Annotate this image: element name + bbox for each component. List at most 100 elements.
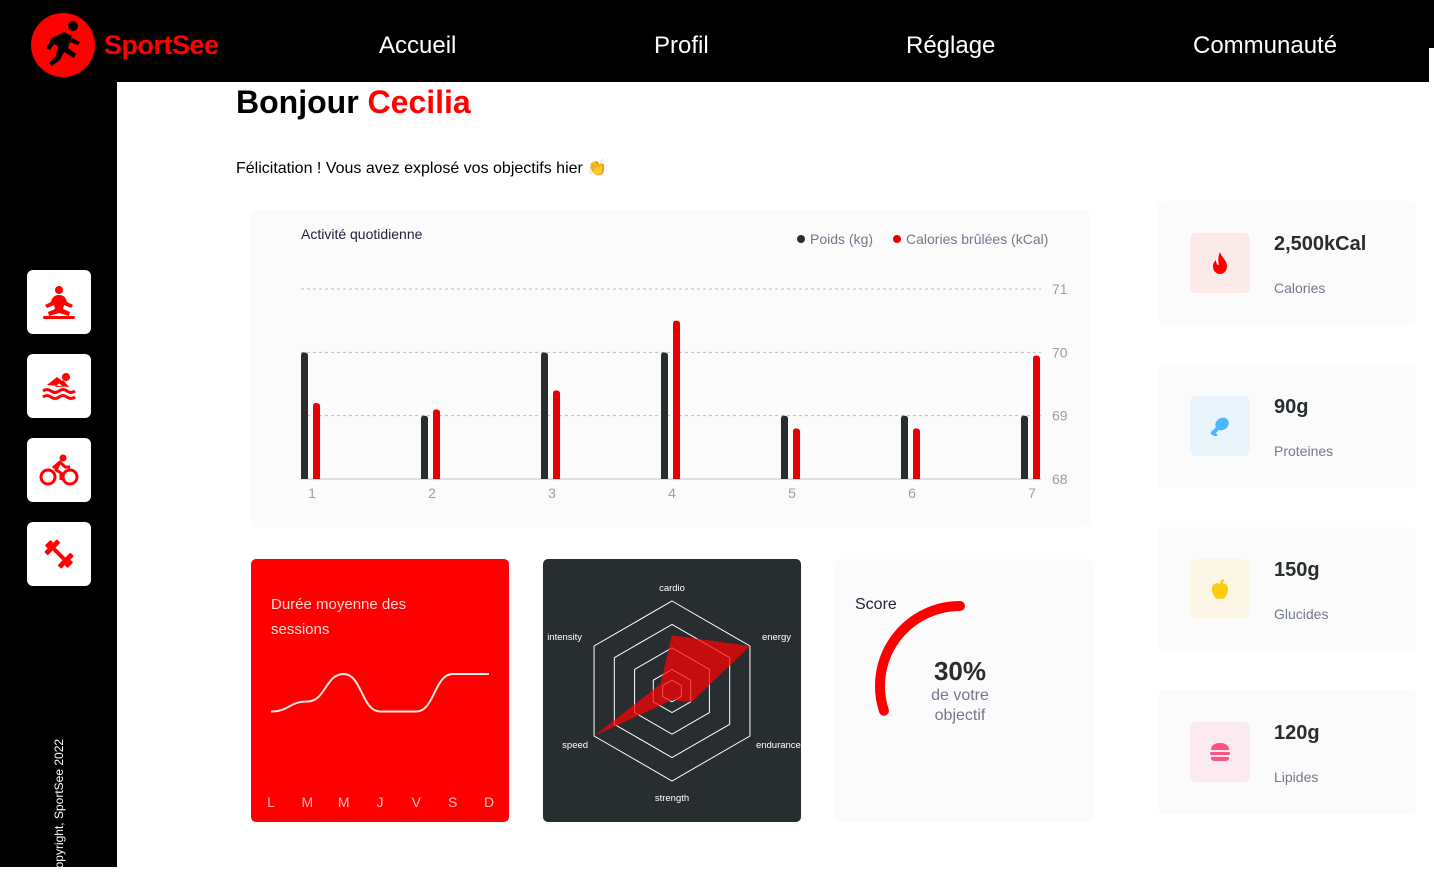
- day-label: S: [448, 794, 457, 810]
- greeting-prefix: Bonjour: [236, 84, 359, 120]
- radar-axis-label: strength: [655, 793, 689, 804]
- logo[interactable]: SportSee: [30, 12, 219, 78]
- chart-title-line-2: sessions: [271, 621, 329, 638]
- icon-bg: [1190, 722, 1250, 782]
- y-tick-label: 68: [1052, 471, 1068, 487]
- page-title: Bonjour Cecilia: [236, 84, 471, 121]
- sidebar-item-yoga[interactable]: [27, 270, 91, 334]
- session-duration-chart: Durée moyenne des sessions L M M J V S D: [267, 596, 494, 810]
- nutrition-card-proteins: 90g Proteines: [1158, 364, 1416, 488]
- nav-item-communaute[interactable]: Communauté: [1193, 32, 1337, 60]
- day-label: M: [301, 794, 313, 810]
- icon-bg: [1190, 396, 1250, 456]
- radar-axis-label: intensity: [547, 632, 582, 643]
- chart-title: Durée moyenne des sessions: [271, 596, 406, 638]
- x-tick-label: 3: [548, 485, 556, 501]
- nutrition-card-lipids: 120g Lipides: [1158, 690, 1416, 814]
- flame-icon: [1213, 252, 1227, 274]
- session-line: [270, 672, 489, 713]
- y-tick-label: 70: [1052, 344, 1068, 360]
- sidebar-item-cycling[interactable]: [27, 438, 91, 502]
- top-navigation: SportSee Accueil Profil Réglage Communau…: [0, 0, 1434, 84]
- carbs-label: Glucides: [1274, 606, 1329, 622]
- apple-icon: [1212, 579, 1228, 599]
- sidebar-item-swimming[interactable]: [27, 354, 91, 418]
- score-caption-line-1: de votre: [931, 687, 989, 704]
- x-tick-label: 1: [308, 485, 316, 501]
- bar-weight: [1021, 415, 1028, 479]
- x-tick-label: 7: [1028, 485, 1036, 501]
- chart-title-line-1: Durée moyenne des: [271, 596, 406, 613]
- user-name: Cecilia: [367, 84, 471, 120]
- daily-activity-chart: Activité quotidienne Poids (kg) Calories b…: [301, 226, 1068, 501]
- runner-logo-icon: [31, 13, 95, 77]
- bar-calories: [1033, 355, 1040, 479]
- radar-axis-label: cardio: [659, 583, 685, 594]
- congrats-message: Félicitation ! Vous avez explosé vos obj…: [236, 160, 608, 177]
- bar-weight: [781, 415, 788, 479]
- score-title: Score: [855, 596, 897, 613]
- nav-item-accueil[interactable]: Accueil: [379, 32, 456, 60]
- scrollbar[interactable]: [1429, 48, 1434, 84]
- day-label: V: [412, 794, 422, 810]
- bar-calories: [793, 428, 800, 479]
- bar-calories: [433, 409, 440, 479]
- bar-calories: [553, 390, 560, 479]
- radar-axis-label: speed: [562, 740, 588, 751]
- calories-label: Calories: [1274, 280, 1326, 296]
- copyright: Copyright, SportSee 2022: [52, 738, 66, 877]
- score-radial-chart: Score 30%de votre objectif: [855, 596, 989, 724]
- performance-radar-chart: cardio energy endurance strength speed intens…: [547, 583, 801, 804]
- session-duration-card: Durée moyenne des sessions L M M J V S D: [251, 559, 509, 822]
- lipids-value: 120g: [1274, 722, 1320, 744]
- nav-item-reglage[interactable]: Réglage: [906, 32, 995, 60]
- bar-calories: [673, 320, 680, 479]
- x-tick-label: 5: [788, 485, 796, 501]
- dumbbell-icon: [44, 539, 74, 569]
- legend-label-1: Calories brûlées (kCal): [906, 231, 1048, 247]
- calories-value: 2,500kCal: [1274, 233, 1367, 255]
- chicken-icon: [1210, 417, 1229, 436]
- bar-weight: [541, 352, 548, 479]
- carbs-value: 150g: [1274, 559, 1320, 581]
- performance-card: cardio energy endurance strength speed intens…: [543, 559, 801, 822]
- nav-item-profil[interactable]: Profil: [654, 32, 709, 60]
- day-label: M: [338, 794, 350, 810]
- bar-weight: [901, 415, 908, 479]
- score-caption-line-2: objectif: [935, 707, 986, 724]
- radar-axis-label: endurance: [756, 740, 801, 751]
- proteins-value: 90g: [1274, 396, 1309, 418]
- legend-dot-0: [797, 235, 805, 243]
- sidebar: Copyright, SportSee 2022: [0, 82, 117, 877]
- swimming-icon: [42, 373, 76, 400]
- daily-activity-card: Activité quotidienne Poids (kg) Calories b…: [251, 210, 1090, 527]
- yoga-icon: [43, 286, 75, 319]
- x-tick-label: 4: [668, 485, 676, 501]
- legend-dot-1: [893, 235, 901, 243]
- y-tick-label: 71: [1052, 281, 1068, 297]
- cycling-icon: [39, 454, 79, 486]
- bar-calories: [913, 428, 920, 479]
- lipids-label: Lipides: [1274, 769, 1319, 785]
- brand-name: SportSee: [104, 29, 219, 60]
- sidebar-item-dumbbell[interactable]: [27, 522, 91, 586]
- score-value: 30%: [934, 656, 986, 686]
- score-card: Score 30% de votre objectif: [835, 559, 1093, 822]
- day-label: L: [267, 794, 275, 810]
- legend-label-0: Poids (kg): [810, 231, 873, 247]
- radar-area: [594, 635, 750, 736]
- x-tick-label: 2: [428, 485, 436, 501]
- bar-weight: [421, 415, 428, 479]
- icon-bg: [1190, 233, 1250, 293]
- icon-bg: [1190, 559, 1250, 619]
- bar-weight: [301, 352, 308, 479]
- burger-icon: [1210, 743, 1230, 761]
- y-tick-label: 69: [1052, 408, 1068, 424]
- chart-title: Activité quotidienne: [301, 226, 423, 242]
- nutrition-card-carbs: 150g Glucides: [1158, 527, 1416, 651]
- radar-axis-label: energy: [762, 632, 791, 643]
- day-label: D: [484, 794, 494, 810]
- nutrition-card-calories: 2,500kCal Calories: [1158, 201, 1416, 325]
- day-label: J: [377, 794, 384, 810]
- proteins-label: Proteines: [1274, 443, 1334, 459]
